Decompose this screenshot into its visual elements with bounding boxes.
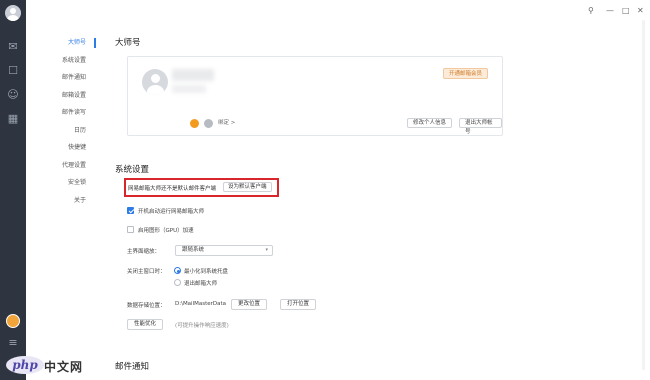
bind-link[interactable]: 绑定 > — [218, 119, 235, 128]
close-minimize-radio[interactable] — [174, 267, 181, 274]
master-section-title: 大师号 — [115, 38, 141, 48]
system-section-title: 系统设置 — [115, 165, 150, 175]
settings-nav: 大师号 系统设置 邮件通知 邮箱设置 邮件读写 日历 快捷键 代理设置 安全锁 … — [40, 34, 96, 209]
menu-icon[interactable]: ≡ — [6, 336, 20, 350]
mail-icon[interactable]: ✉ — [6, 40, 20, 54]
scale-label: 主界面缩放： — [127, 249, 161, 255]
mail-notify-section-title: 邮件通知 — [115, 362, 150, 372]
scale-select-value: 跟随系统 — [182, 247, 205, 253]
storage-label: 数据存储位置： — [127, 303, 166, 309]
settings-main: 大师号 开通邮箱会员 绑定 > 修改个人信息 退出大师帐号 系统设置 网易邮箱大… — [115, 0, 635, 380]
gpu-label: 启用图形（GPU）加速 — [138, 228, 194, 234]
blurred-username — [172, 69, 214, 81]
optimize-note: (可提升操作响应速度) — [175, 323, 229, 329]
calendar-icon[interactable]: ▦ — [6, 112, 20, 126]
netease-logo-icon — [190, 119, 199, 128]
chevron-down-icon: ▾ — [265, 247, 268, 253]
app-rail: ✉ ☐ ☺ ▦ ≡ — [0, 0, 26, 380]
nav-item-mail-notify[interactable]: 邮件通知 — [40, 69, 96, 87]
user-icon[interactable]: ☺ — [6, 88, 20, 102]
master-account-card: 开通邮箱会员 绑定 > 修改个人信息 退出大师帐号 — [127, 56, 503, 136]
nav-item-system[interactable]: 系统设置 — [40, 52, 96, 70]
close-exit-label: 退出邮箱大师 — [184, 281, 218, 287]
watermark-php-text: php — [6, 356, 44, 374]
nav-item-read-write[interactable]: 邮件读写 — [40, 104, 96, 122]
bind-account-icon — [204, 119, 213, 128]
nav-item-master[interactable]: 大师号 — [40, 34, 96, 52]
app-badge-icon[interactable] — [6, 314, 20, 328]
close-window-label: 关闭主窗口时： — [127, 269, 166, 275]
logout-master-button[interactable]: 退出大师帐号 — [459, 118, 502, 135]
nav-item-security-lock[interactable]: 安全锁 — [40, 174, 96, 192]
change-location-button[interactable]: 更改位置 — [231, 299, 268, 310]
storage-path: D:\MailMasterData — [175, 301, 227, 307]
user-avatar[interactable] — [5, 5, 21, 21]
scrollbar[interactable] — [642, 20, 645, 370]
close-minimize-label: 最小化到系统托盘 — [184, 269, 229, 275]
profile-avatar — [142, 69, 168, 95]
nav-item-proxy[interactable]: 代理设置 — [40, 157, 96, 175]
default-client-hint: 网易邮箱大师还不是默认邮件客户端 — [128, 186, 217, 192]
nav-item-about[interactable]: 关于 — [40, 192, 96, 210]
edit-profile-button[interactable]: 修改个人信息 — [407, 118, 453, 128]
autostart-label: 开机启动运行网易邮箱大师 — [138, 209, 205, 215]
contacts-icon[interactable]: ☐ — [6, 64, 20, 78]
watermark-site-text: 中文网 — [44, 360, 84, 374]
close-exit-radio[interactable] — [174, 279, 181, 286]
close-icon[interactable]: ✕ — [637, 6, 644, 15]
watermark-logo: php 中文网 — [2, 356, 102, 378]
scale-select[interactable]: 跟随系统 ▾ — [175, 245, 273, 256]
open-location-button[interactable]: 打开位置 — [280, 299, 317, 310]
nav-item-calendar[interactable]: 日历 — [40, 122, 96, 140]
gpu-checkbox[interactable] — [127, 226, 134, 233]
set-default-client-button[interactable]: 设为默认客户端 — [223, 182, 272, 192]
autostart-checkbox[interactable] — [127, 207, 134, 214]
open-vip-button[interactable]: 开通邮箱会员 — [442, 68, 488, 79]
blurred-account — [172, 85, 206, 93]
nav-item-shortcuts[interactable]: 快捷键 — [40, 139, 96, 157]
nav-item-mailbox[interactable]: 邮箱设置 — [40, 87, 96, 105]
optimize-button[interactable]: 性能优化 — [127, 319, 164, 330]
